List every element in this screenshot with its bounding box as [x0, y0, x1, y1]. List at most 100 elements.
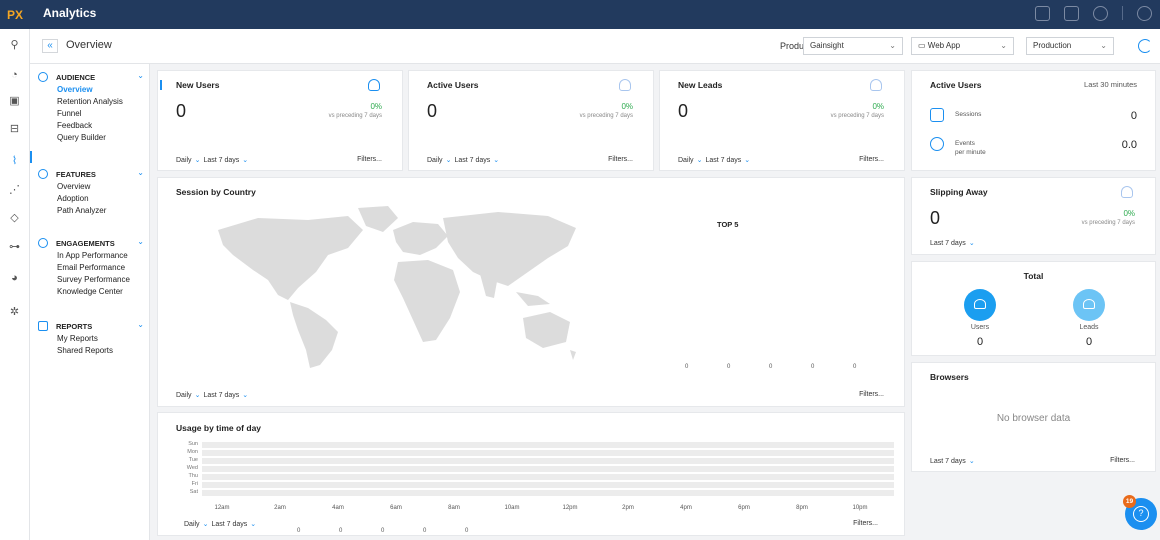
nav-item-path-analyzer[interactable]: Path Analyzer: [38, 205, 150, 217]
filters-link[interactable]: Filters...: [859, 156, 884, 163]
section-header[interactable]: REPORTS ⌄: [38, 319, 150, 333]
filters-link[interactable]: Filters...: [608, 156, 633, 163]
period-value: Daily: [176, 392, 192, 399]
nav-item-features-overview[interactable]: Overview: [38, 181, 150, 193]
nav-item-email-performance[interactable]: Email Performance: [38, 262, 150, 274]
nav-item-my-reports[interactable]: My Reports: [38, 333, 150, 345]
book-icon[interactable]: [1064, 6, 1079, 21]
route-icon[interactable]: ⋰: [7, 182, 22, 197]
chevron-down-icon: ⌄: [194, 157, 201, 164]
card-accent: [160, 80, 162, 90]
globe-icon[interactable]: [1093, 6, 1108, 21]
heatmap-row: [202, 442, 894, 448]
touch-icon: [930, 137, 944, 151]
chevron-down-icon: ⌄: [202, 521, 209, 528]
product-dropdown[interactable]: Gainsight ⌄: [803, 37, 903, 55]
graduation-icon[interactable]: ◇: [7, 210, 22, 225]
range-selector[interactable]: Last 7 days ⌄: [930, 239, 978, 247]
section-header[interactable]: AUDIENCE ⌄: [38, 70, 150, 84]
top-5-value: 0: [811, 364, 815, 370]
total-card: Total Users Leads 0 0: [911, 261, 1156, 356]
top-icons: [1035, 6, 1152, 21]
chevron-down-icon: ⌄: [1100, 41, 1107, 50]
environment-value: Production: [1033, 41, 1072, 50]
time-label: 6am: [390, 505, 402, 511]
dashboard-icon[interactable]: ▣: [7, 93, 22, 108]
slipping-away-card: Slipping Away 0 0% vs preceding 7 days L…: [911, 177, 1156, 255]
period-selector[interactable]: Daily ⌄ Last 7 days ⌄: [176, 391, 251, 399]
time-label: 4pm: [680, 505, 692, 511]
period-selector[interactable]: Daily ⌄ Last 7 days ⌄: [176, 156, 251, 164]
nav-item-funnel[interactable]: Funnel: [38, 108, 150, 120]
chevron-down-icon[interactable]: ⌄: [137, 237, 144, 246]
range-value: Last 7 days: [930, 240, 966, 247]
chevron-down-icon[interactable]: ⌄: [137, 320, 144, 329]
heatmap-row: [202, 450, 894, 456]
chevron-down-icon: ⌄: [493, 157, 500, 164]
collapse-nav-button[interactable]: «: [42, 39, 58, 53]
period-selector[interactable]: Daily ⌄ Last 7 days ⌄: [427, 156, 502, 164]
chevron-down-icon[interactable]: ⌄: [137, 71, 144, 80]
filters-link[interactable]: Filters...: [859, 391, 884, 398]
nav-item-feedback[interactable]: Feedback: [38, 120, 150, 132]
sessions-stat: Sessions 0: [930, 107, 1137, 127]
period-selector[interactable]: Daily ⌄ Last 7 days ⌄: [678, 156, 753, 164]
nav-item-survey-performance[interactable]: Survey Performance: [38, 274, 150, 286]
chevron-down-icon[interactable]: ⌄: [137, 168, 144, 177]
period-selector[interactable]: Daily ⌄ Last 7 days ⌄: [184, 520, 259, 528]
time-window: Last 30 minutes: [1084, 80, 1137, 89]
nav-item-knowledge-center[interactable]: Knowledge Center: [38, 286, 150, 298]
add-user-icon: [368, 79, 380, 91]
nav-item-adoption[interactable]: Adoption: [38, 193, 150, 205]
heatmap-row: [202, 466, 894, 472]
chat-icon[interactable]: [1035, 6, 1050, 21]
settings-icon[interactable]: ✲: [7, 304, 22, 319]
new-users-value: 0: [176, 101, 187, 121]
user-away-icon: [1121, 186, 1133, 198]
nav-item-overview[interactable]: Overview: [38, 84, 150, 96]
range-selector[interactable]: Last 7 days ⌄: [930, 457, 978, 465]
nav-item-retention-analysis[interactable]: Retention Analysis: [38, 96, 150, 108]
hierarchy-icon[interactable]: ⊶: [7, 239, 22, 254]
new-leads-value: 0: [678, 101, 689, 121]
nav-item-in-app-performance[interactable]: In App Performance: [38, 250, 150, 262]
px-logo[interactable]: PX: [0, 0, 30, 29]
sessions-value: 0: [1130, 110, 1137, 122]
time-label: 12pm: [562, 505, 578, 511]
filters-link[interactable]: Filters...: [853, 520, 878, 527]
section-header[interactable]: ENGAGEMENTS ⌄: [38, 236, 150, 250]
filters-link[interactable]: Filters...: [357, 156, 382, 163]
session-by-country-card: Session by Country TOP 5 0 0 0 0 0 Daily…: [157, 177, 905, 407]
events-label: Events per minute: [955, 139, 986, 157]
nav-item-query-builder[interactable]: Query Builder: [38, 132, 150, 144]
day-label: Sat: [189, 489, 198, 495]
leads-label: Leads: [1079, 324, 1099, 331]
environment-dropdown[interactable]: Production ⌄: [1026, 37, 1114, 55]
usage-value: 0: [339, 528, 343, 534]
info-icon[interactable]: [1137, 6, 1152, 21]
section-header[interactable]: FEATURES ⌄: [38, 167, 150, 181]
card-title: Usage by time of day: [176, 423, 262, 433]
nav-item-shared-reports[interactable]: Shared Reports: [38, 345, 150, 357]
search-icon[interactable]: ⚲: [7, 37, 22, 52]
analytics-icon[interactable]: ⌇: [7, 153, 22, 168]
users-total: 0: [976, 336, 984, 348]
page-title: Overview: [66, 39, 112, 51]
card-title: Active Users: [427, 80, 479, 90]
features-icon: [38, 169, 48, 179]
engagements-icon: [38, 238, 48, 248]
help-icon: ?: [1133, 506, 1149, 522]
product-value: Gainsight: [810, 41, 844, 50]
app-dropdown[interactable]: ▭ Web App ⌄: [911, 37, 1014, 55]
briefcase-icon[interactable]: ⊟: [7, 121, 22, 136]
speed-icon[interactable]: ◔: [7, 67, 22, 82]
range-value: Last 7 days: [211, 521, 248, 528]
left-rail: ⚲ ◔ ▣ ⊟ ⌇ ⋰ ◇ ⊶ ◕ ✲: [0, 29, 30, 540]
pie-chart-icon[interactable]: ◕: [7, 270, 22, 285]
new-leads-card: New Leads 0 0% vs preceding 7 days Daily…: [659, 70, 905, 171]
empty-state: No browser data: [996, 413, 1071, 424]
filters-link[interactable]: Filters...: [1110, 457, 1135, 464]
refresh-icon[interactable]: [1138, 39, 1152, 53]
range-value: Last 7 days: [705, 157, 742, 164]
events-stat: Events per minute 0.0: [930, 136, 1137, 156]
